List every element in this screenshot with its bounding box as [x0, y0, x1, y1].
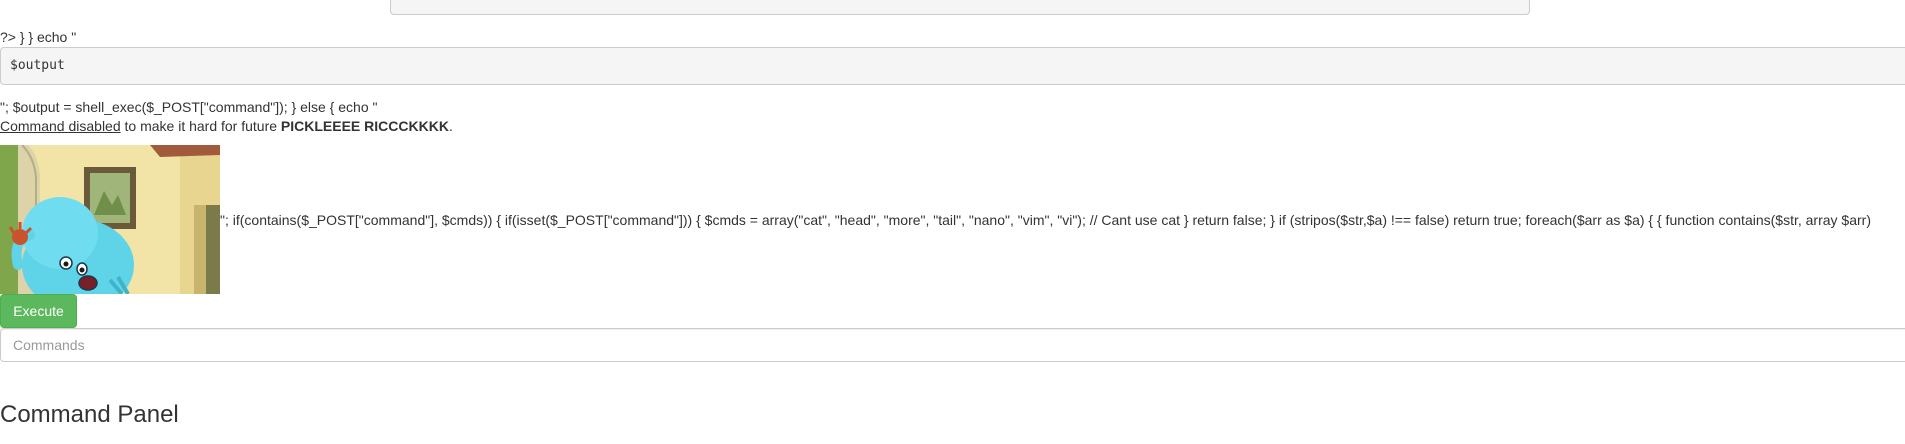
pickle-rick-text: PICKLEEEE RICCCKKKK [280, 118, 449, 134]
disabled-notice-end: . [448, 118, 453, 134]
output-text: $output [10, 58, 65, 73]
top-pre-box [390, 0, 1530, 15]
meeseeks-image [0, 145, 220, 294]
disabled-notice-middle: to make it hard for future [120, 118, 281, 134]
echo-open-text: ?> } } echo " [0, 29, 77, 45]
command-panel-title: Command Panel [0, 401, 179, 428]
contains-function-code: "; if(contains($_POST["command"], $cmds)… [220, 211, 1871, 228]
execute-button[interactable]: Execute [0, 294, 77, 328]
command-disabled-text: Command disabled [0, 118, 121, 134]
disabled-notice: Command disabled to make it hard for fut… [0, 116, 453, 136]
output-pre-box: $output [0, 47, 1905, 85]
commands-input[interactable] [0, 328, 1905, 362]
shell-exec-text: "; $output = shell_exec($_POST["command"… [0, 99, 378, 115]
image-row: "; if(contains($_POST["command"], $cmds)… [0, 145, 1871, 294]
